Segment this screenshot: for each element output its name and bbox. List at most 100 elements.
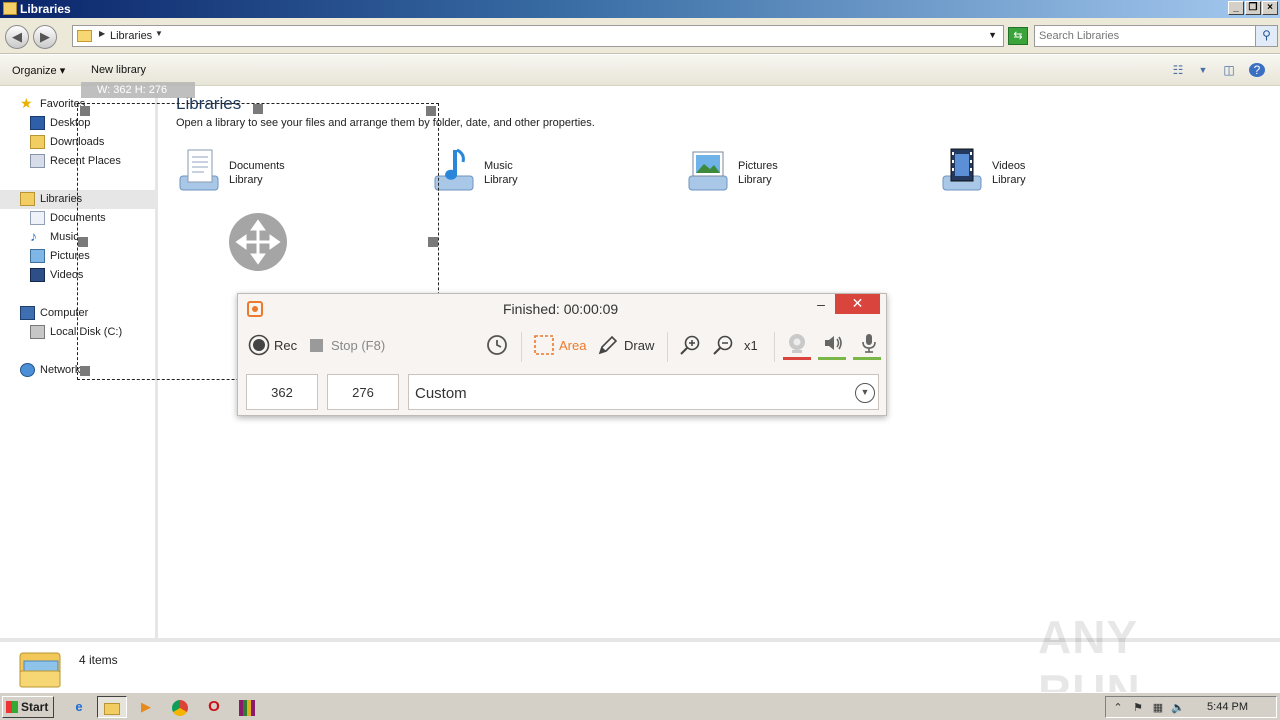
music-note-icon: ♪ bbox=[30, 228, 37, 244]
zoom-in-icon bbox=[680, 335, 700, 355]
library-videos[interactable]: Videos Library bbox=[939, 146, 1169, 198]
microphone-icon bbox=[862, 334, 876, 353]
pictures-icon bbox=[30, 249, 45, 263]
preset-value: Custom bbox=[415, 385, 467, 402]
desktop-icon bbox=[30, 116, 45, 130]
resize-handle-left[interactable] bbox=[78, 237, 88, 247]
library-pictures[interactable]: Pictures Library bbox=[685, 146, 915, 198]
library-pictures-name: Pictures bbox=[738, 160, 778, 172]
archiver-icon[interactable] bbox=[232, 696, 262, 718]
title-bar: Libraries _ ❐ × bbox=[0, 0, 1280, 18]
change-view-icon[interactable]: ☷ bbox=[1170, 63, 1186, 77]
preview-pane-icon[interactable]: ◫ bbox=[1221, 63, 1237, 77]
winrar-logo-icon bbox=[239, 699, 255, 716]
screen-recorder-window: Finished: 00:00:09 – ✕ Rec Stop (F8) Are… bbox=[237, 293, 887, 416]
start-label: Start bbox=[21, 700, 49, 714]
stop-label: Stop (F8) bbox=[331, 338, 386, 353]
selection-dimensions-label: W: 362 H: 276 bbox=[81, 82, 195, 98]
webcam-status-line bbox=[783, 357, 811, 360]
recorder-close-button[interactable]: ✕ bbox=[835, 294, 880, 314]
nav-libraries-label: Libraries bbox=[40, 193, 83, 205]
hard-disk-icon bbox=[30, 325, 45, 339]
breadcrumb-dropdown-icon[interactable]: ▼ bbox=[155, 29, 163, 38]
nav-network-label: Network bbox=[40, 364, 81, 376]
clock[interactable]: 5:44 PM bbox=[1207, 701, 1248, 713]
library-music-kind: Library bbox=[484, 174, 518, 186]
windows-logo-icon bbox=[6, 701, 18, 713]
view-options-dropdown-icon[interactable]: ▼ bbox=[1195, 63, 1211, 77]
library-videos-name: Videos bbox=[992, 160, 1026, 172]
height-field[interactable]: 276 bbox=[327, 374, 399, 410]
move-arrows-icon[interactable] bbox=[229, 213, 287, 271]
webcam-icon bbox=[789, 334, 805, 353]
microphone-status-line bbox=[853, 357, 881, 360]
chrome-icon[interactable] bbox=[165, 696, 195, 718]
close-button[interactable]: × bbox=[1262, 1, 1278, 15]
forward-button[interactable]: ▶ bbox=[33, 25, 57, 49]
back-button[interactable]: ◀ bbox=[5, 25, 29, 49]
resize-handle-top-left[interactable] bbox=[80, 106, 90, 116]
preset-select[interactable]: Custom ▼ bbox=[408, 374, 879, 410]
toolbar-separator bbox=[667, 332, 668, 362]
pencil-icon bbox=[598, 335, 618, 355]
new-library-button[interactable]: New library bbox=[91, 64, 146, 76]
resize-handle-top-right[interactable] bbox=[426, 106, 436, 116]
search-icon[interactable]: ⚲ bbox=[1255, 26, 1277, 46]
recorder-logo-icon bbox=[247, 301, 263, 317]
search-input[interactable] bbox=[1039, 29, 1249, 43]
chevron-down-icon[interactable]: ▼ bbox=[855, 383, 875, 403]
library-videos-kind: Library bbox=[992, 174, 1026, 186]
address-field[interactable]: ▶ Libraries ▼ ▼ bbox=[72, 25, 1004, 47]
width-value: 362 bbox=[271, 385, 293, 400]
libraries-folder-icon bbox=[77, 30, 92, 42]
videos-library-icon bbox=[942, 148, 982, 191]
network-status-icon[interactable]: ▦ bbox=[1150, 700, 1166, 716]
anyrun-watermark: ANY RUN bbox=[1038, 611, 1141, 717]
network-icon bbox=[20, 363, 35, 377]
folder-icon bbox=[104, 702, 120, 715]
media-player-icon[interactable]: ▶ bbox=[131, 696, 161, 718]
clock-icon bbox=[487, 335, 507, 355]
resize-handle-bottom-left[interactable] bbox=[80, 366, 90, 376]
minimize-button[interactable]: _ bbox=[1228, 1, 1244, 15]
organize-menu[interactable]: Organize ▾ bbox=[12, 64, 65, 77]
restore-button[interactable]: ❐ bbox=[1245, 1, 1261, 15]
speaker-icon bbox=[825, 336, 842, 350]
opera-icon[interactable]: O bbox=[199, 696, 229, 718]
volume-icon[interactable]: 🔈 bbox=[1170, 700, 1186, 716]
resize-handle-top[interactable] bbox=[253, 104, 263, 114]
area-label: Area bbox=[559, 338, 587, 353]
record-icon bbox=[248, 334, 270, 356]
refresh-button[interactable]: ⇆ bbox=[1008, 27, 1028, 45]
speaker-status-line bbox=[818, 357, 846, 360]
breadcrumb-libraries[interactable]: Libraries bbox=[110, 30, 152, 42]
internet-explorer-icon[interactable]: e bbox=[64, 696, 94, 718]
libraries-icon bbox=[20, 192, 35, 206]
recording-status: Finished: 00:00:09 bbox=[503, 301, 619, 317]
width-field[interactable]: 362 bbox=[246, 374, 318, 410]
rec-label: Rec bbox=[274, 338, 298, 353]
zoom-level: x1 bbox=[744, 338, 758, 353]
address-bar-row: ◀ ▶ ▶ Libraries ▼ ▼ ⇆ ⚲ bbox=[0, 18, 1280, 54]
area-select-icon bbox=[534, 335, 554, 355]
nav-music-label: Music bbox=[50, 231, 79, 243]
show-hidden-icons-icon[interactable]: ⌃ bbox=[1110, 700, 1126, 716]
computer-icon bbox=[20, 306, 35, 320]
videos-icon bbox=[30, 268, 45, 282]
zoom-out-icon bbox=[713, 335, 733, 355]
toolbar-separator bbox=[521, 332, 522, 362]
stop-icon bbox=[310, 339, 323, 352]
library-music[interactable]: Music Library bbox=[431, 146, 661, 198]
help-icon[interactable]: ? bbox=[1249, 63, 1265, 77]
action-center-flag-icon[interactable]: ⚑ bbox=[1130, 700, 1146, 716]
breadcrumb-arrow-icon[interactable]: ▶ bbox=[99, 29, 105, 38]
explorer-task-button[interactable] bbox=[97, 696, 127, 718]
search-box[interactable]: ⚲ bbox=[1034, 25, 1278, 47]
address-history-dropdown-icon[interactable]: ▼ bbox=[988, 30, 997, 40]
toolbar-separator bbox=[774, 332, 775, 362]
start-button[interactable]: Start bbox=[2, 696, 54, 718]
recorder-minimize-button[interactable]: – bbox=[813, 297, 829, 313]
height-value: 276 bbox=[352, 385, 374, 400]
resize-handle-right[interactable] bbox=[428, 237, 438, 247]
star-icon: ★ bbox=[20, 95, 33, 111]
